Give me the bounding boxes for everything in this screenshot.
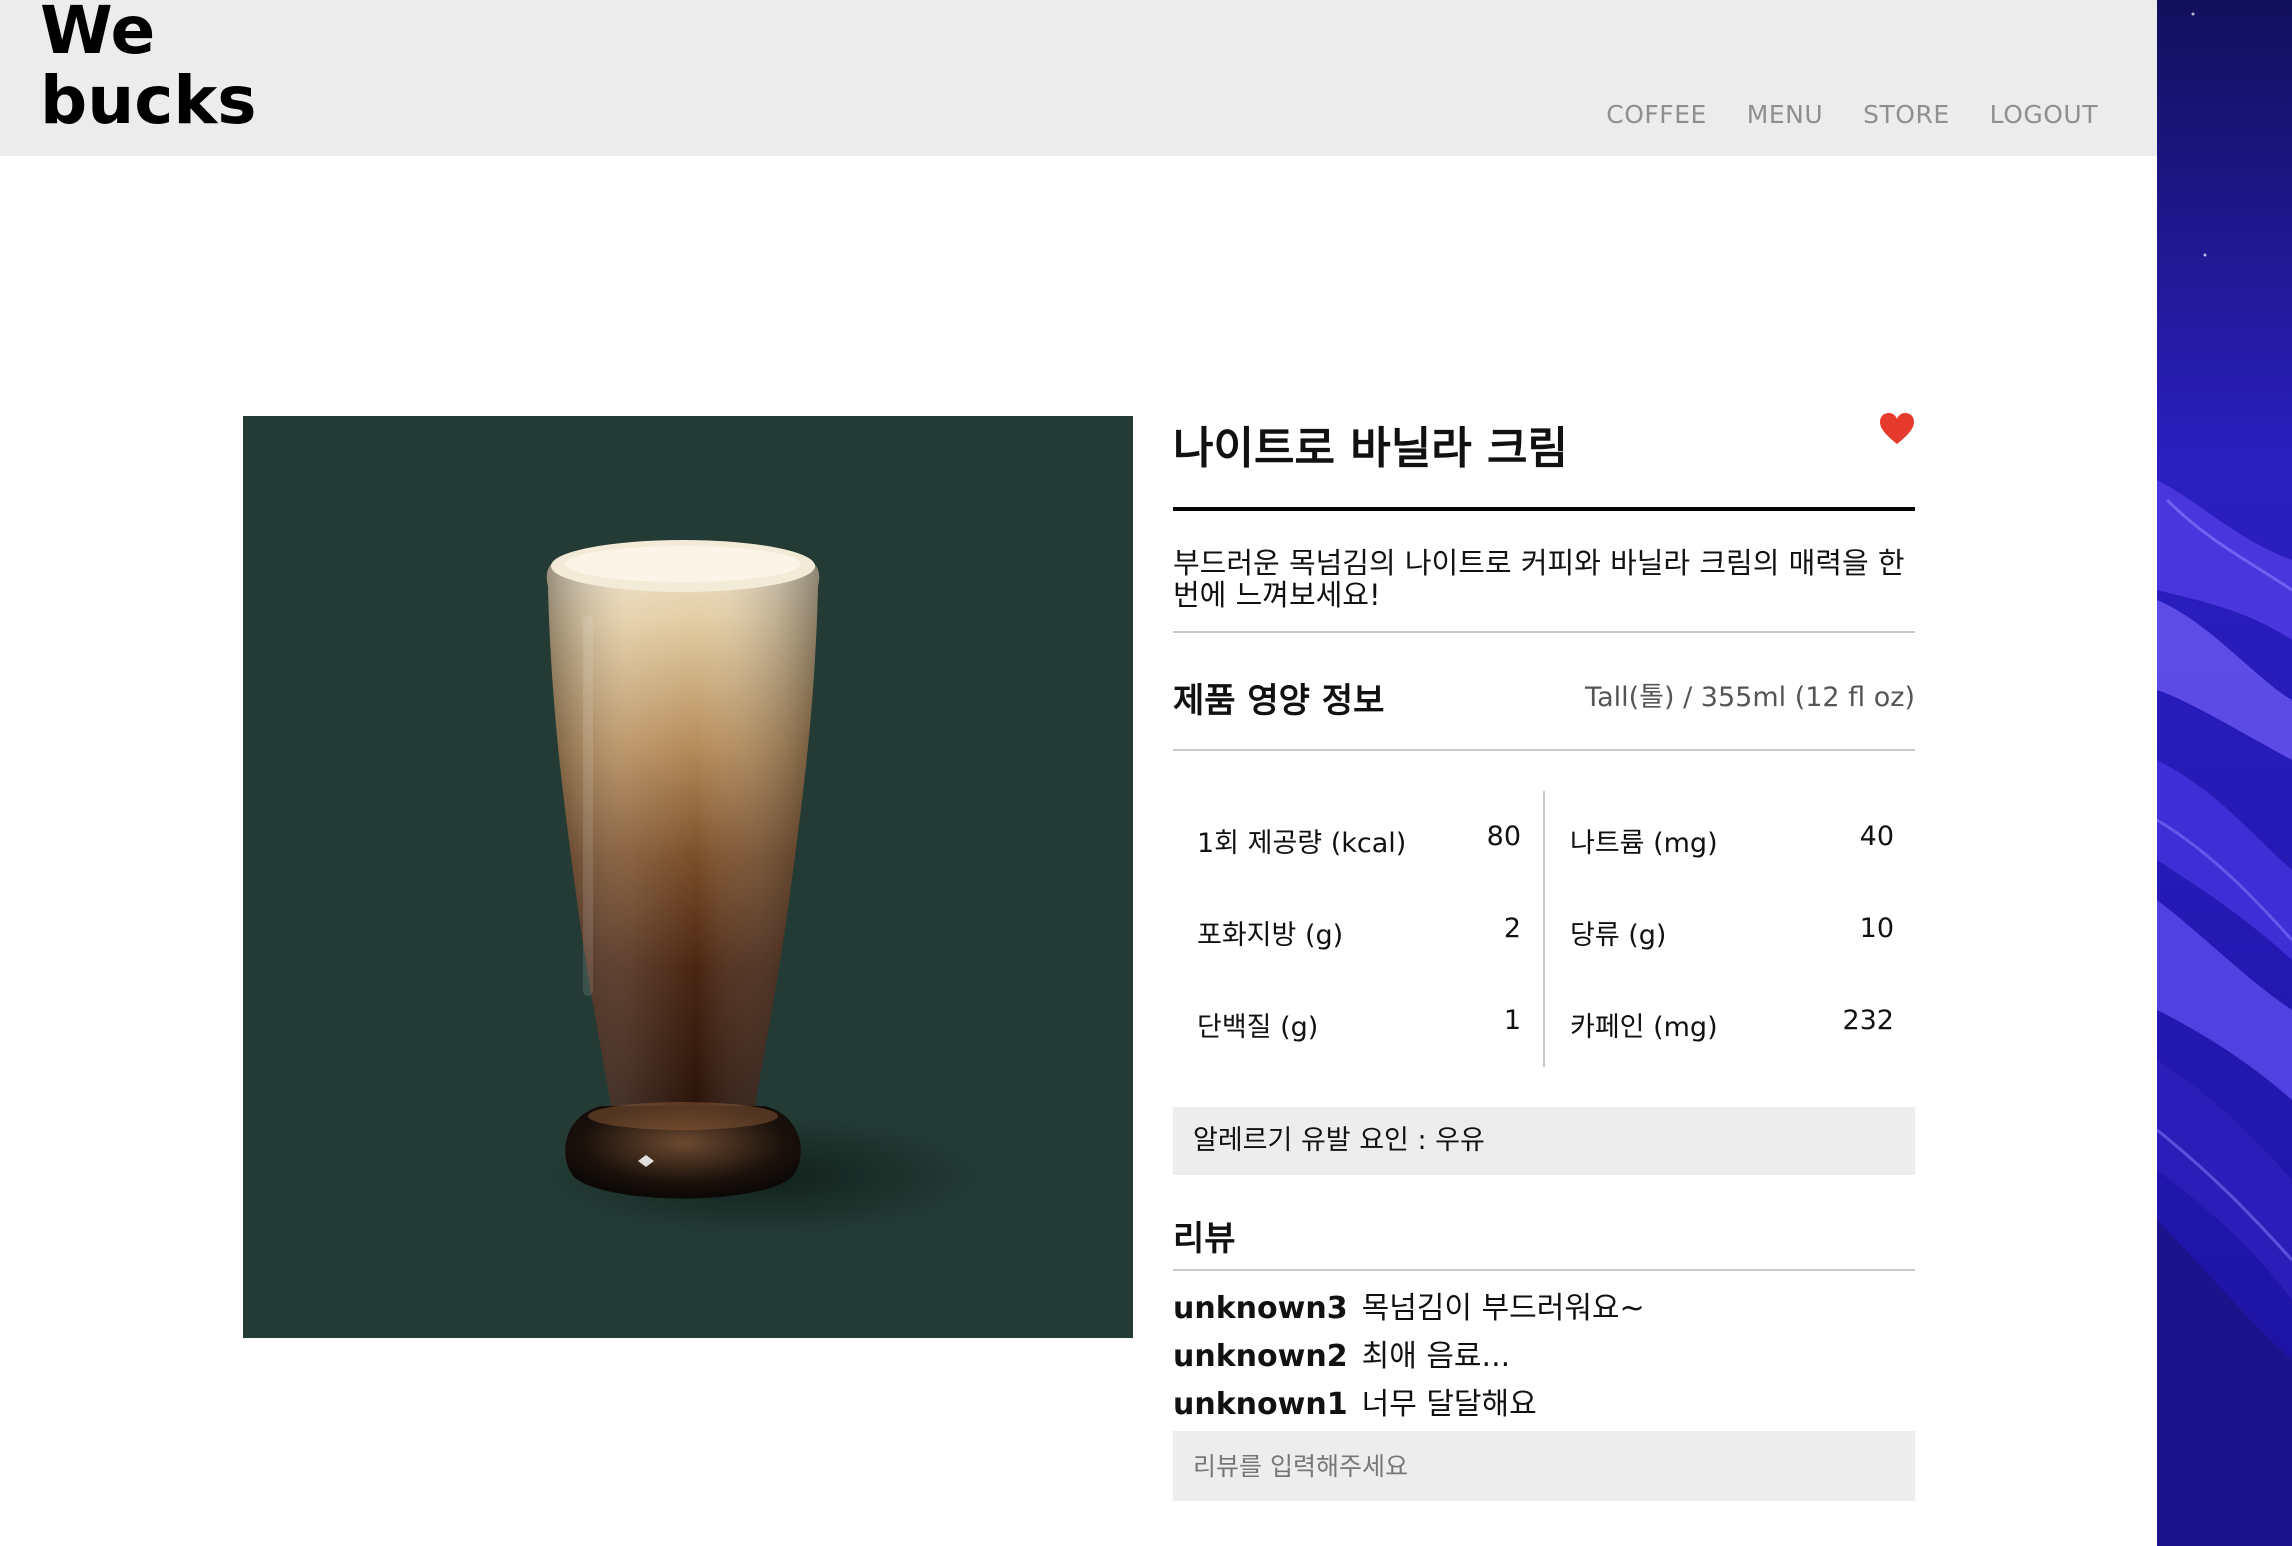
nutrition-column-right: 나트륨 (mg) 40 당류 (g) 10 카페인 (mg) 232	[1570, 791, 1918, 1067]
nutrition-row: 1회 제공량 (kcal) 80	[1197, 791, 1545, 883]
logo-line-2: bucks	[40, 62, 257, 139]
nutrition-label: 카페인 (mg)	[1570, 1012, 1718, 1043]
nutrition-row: 단백질 (g) 1	[1197, 975, 1545, 1067]
review-user: unknown3	[1173, 1291, 1348, 1326]
nutrition-header: 제품 영양 정보 Tall(톨) / 355ml (12 fl oz)	[1173, 633, 1915, 751]
nutrition-label: 포화지방 (g)	[1197, 920, 1344, 951]
nutrition-label: 나트륨 (mg)	[1570, 828, 1718, 859]
nitro-vanilla-cream-glass-illustration	[543, 540, 983, 1236]
nutrition-table: 1회 제공량 (kcal) 80 포화지방 (g) 2 단백질 (g) 1 나트…	[1173, 791, 1915, 1067]
nutrition-title: 제품 영양 정보	[1173, 681, 1385, 721]
nutrition-row: 당류 (g) 10	[1570, 883, 1918, 975]
app-window: We bucks COFFEE MENU STORE LOGOUT 나이트로 바…	[0, 0, 2157, 1546]
heart-icon[interactable]	[1879, 412, 1915, 446]
nutrition-row: 카페인 (mg) 232	[1570, 975, 1918, 1067]
review-text: 목넘김이 부드러워요~	[1361, 1291, 1645, 1326]
product-image	[243, 416, 1133, 1338]
nutrition-column-left: 1회 제공량 (kcal) 80 포화지방 (g) 2 단백질 (g) 1	[1197, 791, 1545, 1067]
review-item: unknown3 목넘김이 부드러워요~	[1173, 1285, 1915, 1333]
review-list: unknown3 목넘김이 부드러워요~ unknown2 최애 음료... unk…	[1173, 1271, 1915, 1429]
main-nav: COFFEE MENU STORE LOGOUT	[1606, 100, 2098, 129]
allergy-info: 알레르기 유발 요인 : 우유	[1173, 1107, 1915, 1175]
nutrition-row: 포화지방 (g) 2	[1197, 883, 1545, 975]
review-input[interactable]	[1173, 1431, 1915, 1501]
nutrition-value: 1	[1503, 1005, 1521, 1036]
review-item: unknown2 최애 음료...	[1173, 1333, 1915, 1381]
nav-logout-link[interactable]: LOGOUT	[1990, 100, 2098, 129]
nav-menu-link[interactable]: MENU	[1747, 100, 1823, 129]
nutrition-label: 1회 제공량 (kcal)	[1197, 828, 1407, 859]
review-user: unknown2	[1173, 1339, 1348, 1374]
nutrition-row: 나트륨 (mg) 40	[1570, 791, 1918, 883]
nutrition-value: 80	[1486, 821, 1521, 852]
nav-coffee-link[interactable]: COFFEE	[1606, 100, 1707, 129]
serving-size: Tall(톨) / 355ml (12 fl oz)	[1585, 682, 1915, 713]
nutrition-value: 40	[1859, 821, 1894, 852]
review-section-title: 리뷰	[1173, 1211, 1915, 1271]
product-description: 부드러운 목넘김의 나이트로 커피와 바닐라 크림의 매력을 한번에 느껴보세요…	[1173, 511, 1915, 633]
nutrition-divider	[1543, 791, 1545, 1067]
top-nav-bar: We bucks COFFEE MENU STORE LOGOUT	[0, 0, 2157, 156]
nutrition-label: 단백질 (g)	[1197, 1012, 1319, 1043]
product-title: 나이트로 바닐라 크림	[1173, 423, 1568, 474]
product-detail-panel: 나이트로 바닐라 크림 부드러운 목넘김의 나이트로 커피와 바닐라 크림의 매…	[1173, 400, 1915, 1501]
review-item: unknown1 너무 달달해요	[1173, 1381, 1915, 1429]
review-text: 최애 음료...	[1361, 1339, 1511, 1374]
nutrition-value: 10	[1859, 913, 1894, 944]
review-text: 너무 달달해요	[1361, 1387, 1537, 1422]
heart-shape	[1880, 413, 1914, 444]
background-wallpaper	[2157, 0, 2292, 1546]
wallpaper-waves	[2157, 0, 2292, 1546]
review-user: unknown1	[1173, 1387, 1348, 1422]
nutrition-value: 232	[1842, 1005, 1894, 1036]
nutrition-label: 당류 (g)	[1570, 920, 1667, 951]
nutrition-value: 2	[1503, 913, 1521, 944]
logo-line-1: We	[40, 0, 156, 69]
logo[interactable]: We bucks	[40, 0, 257, 136]
product-title-row: 나이트로 바닐라 크림	[1173, 400, 1915, 511]
nav-store-link[interactable]: STORE	[1863, 100, 1949, 129]
